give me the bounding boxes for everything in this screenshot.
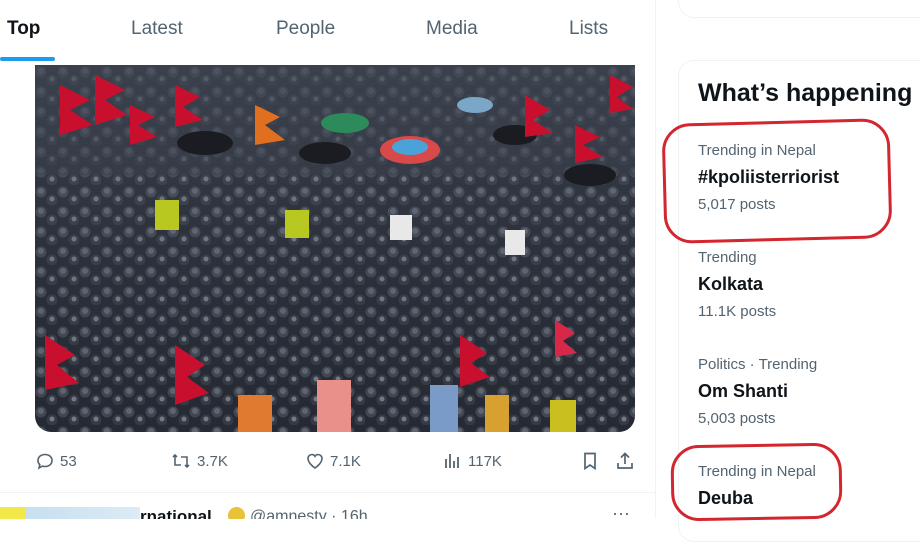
trend-context: Politics · Trending — [698, 356, 818, 373]
trend-context: Trending in Nepal — [698, 142, 816, 159]
repost-button[interactable]: 3.7K — [170, 446, 228, 476]
avatar[interactable] — [0, 507, 140, 519]
reply-button[interactable]: 53 — [35, 446, 77, 476]
trend-context: Trending in Nepal — [698, 463, 816, 480]
like-button[interactable]: 7.1K — [305, 446, 361, 476]
more-options-icon[interactable]: ··· — [612, 503, 630, 519]
trend-post-count: 11.1K posts — [698, 303, 777, 320]
trend-name[interactable]: Kolkata — [698, 272, 908, 296]
trend-item[interactable]: Politics · Trending Om Shanti 5,003 post… — [698, 355, 908, 429]
reply-count: 53 — [60, 452, 77, 470]
tab-people[interactable]: People — [276, 0, 335, 58]
views-button[interactable]: 117K — [443, 446, 502, 476]
heart-icon — [307, 453, 323, 469]
view-count: 117K — [468, 452, 502, 470]
tab-media[interactable]: Media — [426, 0, 478, 58]
search-tabs: Top Latest People Media Lists — [0, 0, 655, 62]
trend-name[interactable]: Deuba — [698, 486, 908, 510]
bookmark-icon — [584, 452, 596, 471]
trend-context: Trending — [698, 249, 757, 266]
like-count: 7.1K — [330, 452, 361, 470]
trend-item[interactable]: Trending Kolkata 11.1K posts — [698, 248, 908, 322]
active-tab-indicator — [0, 57, 55, 61]
sidebar-card-above — [678, 0, 920, 18]
repost-icon — [172, 453, 190, 469]
trend-item[interactable]: Trending in Nepal Deuba — [698, 462, 908, 510]
trend-name[interactable]: #kpoliisterriorist — [698, 165, 908, 189]
trend-post-count: 5,003 posts — [698, 410, 776, 427]
trend-item[interactable]: Trending in Nepal #kpoliisterriorist 5,0… — [698, 141, 908, 215]
trend-name[interactable]: Om Shanti — [698, 379, 908, 403]
bookmark-button[interactable] — [580, 446, 605, 476]
share-button[interactable] — [615, 446, 640, 476]
next-post-handle[interactable]: @amnesty · 16h — [250, 507, 368, 519]
reply-icon — [37, 453, 53, 470]
next-post-author-name[interactable]: rnational — [140, 507, 212, 519]
tab-lists[interactable]: Lists — [569, 0, 608, 58]
tab-top[interactable]: Top — [7, 0, 40, 58]
trend-post-count: 5,017 posts — [698, 196, 776, 213]
share-icon — [617, 452, 633, 469]
bar-chart-icon — [445, 454, 459, 468]
whats-happening-title: What’s happening — [698, 79, 913, 107]
verified-badge-icon — [228, 507, 245, 519]
tab-latest[interactable]: Latest — [131, 0, 183, 58]
column-divider — [655, 0, 656, 518]
repost-count: 3.7K — [197, 452, 228, 470]
next-post-preview[interactable]: rnational @amnesty · 16h ··· — [0, 492, 655, 519]
post-image[interactable] — [35, 65, 635, 432]
crowd-photo — [35, 65, 635, 432]
post-action-bar: 53 3.7K 7.1K 117K — [35, 446, 640, 476]
